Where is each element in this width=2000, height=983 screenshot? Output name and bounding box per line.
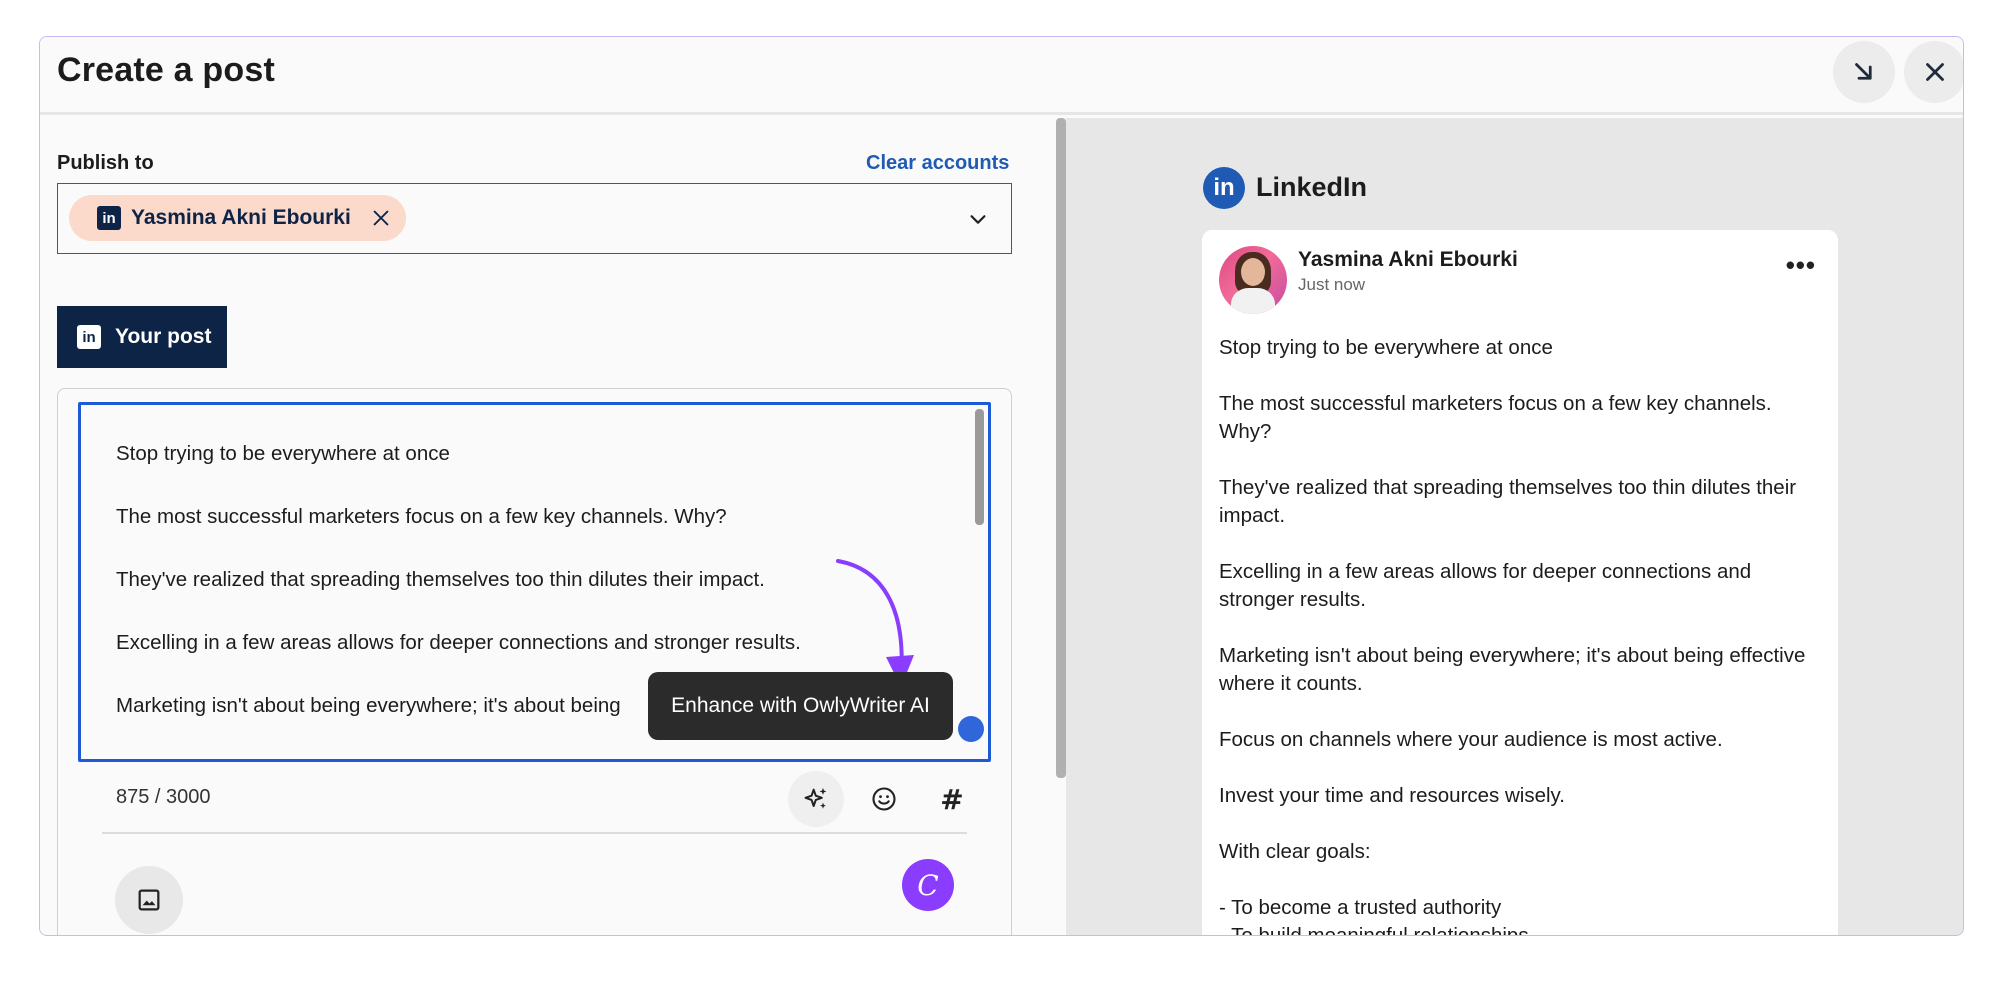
hashtag-button[interactable]: # [924,771,980,827]
account-chip: in Yasmina Akni Ebourki [69,195,406,241]
emoji-icon [872,787,896,811]
hashtag-icon: # [940,782,964,816]
publish-to-label: Publish to [57,152,154,174]
remove-account-icon[interactable] [370,207,392,229]
tab-your-post-label: Your post [115,325,212,348]
editor-divider [102,832,967,834]
preview-paragraph: With clear goals: [1219,840,1371,863]
more-options-icon[interactable]: ••• [1786,250,1816,281]
editor-line: Marketing isn't about being everywhere; … [116,694,621,717]
arrow-down-right-icon [1855,63,1872,80]
avatar [1219,246,1287,314]
preview-network-label: LinkedIn [1256,172,1368,202]
chevron-down-icon[interactable] [967,208,989,230]
preview-paragraph: Excelling in a few areas allows for deep… [1219,560,1752,611]
preview-timestamp: Just now [1298,275,1366,294]
preview-paragraph: Marketing isn't about being everywhere; … [1219,644,1806,695]
preview-list-item: - To become a trusted authority [1219,896,1502,919]
clear-accounts-link[interactable]: Clear accounts [866,152,1009,175]
preview-paragraph: Stop trying to be everywhere at once [1219,336,1553,359]
preview-post-body: Stop trying to be everywhere at once The… [1219,334,1819,936]
create-post-modal: Create a post Publish to Clear accounts … [39,36,1964,936]
editor-line: Excelling in a few areas allows for deep… [116,631,801,654]
editor-scrollbar[interactable] [975,409,984,525]
pane-scrollbar[interactable] [1056,118,1066,778]
post-editor-container: Stop trying to be everywhere at once The… [57,388,1012,935]
editor-line: They've realized that spreading themselv… [116,568,765,591]
ai-sparkle-icon [804,787,827,809]
character-counter: 875 / 3000 [116,786,211,808]
preview-paragraph: The most successful marketers focus on a… [1219,392,1772,443]
modal-title: Create a post [57,51,276,89]
canva-button[interactable]: C [902,859,954,911]
preview-author-name: Yasmina Akni Ebourki [1298,248,1518,271]
close-icon [1926,63,1944,81]
preview-list-item: - To build meaningful relationships [1219,924,1529,936]
tab-your-post[interactable]: in Your post [57,306,227,368]
account-selector[interactable]: in Yasmina Akni Ebourki [57,183,1012,254]
preview-paragraph: Focus on channels where your audience is… [1219,728,1723,751]
linkedin-icon: in [97,206,121,230]
editor-line: The most successful marketers focus on a… [116,505,727,528]
owlywriter-tooltip: Enhance with OwlyWriter AI [648,672,953,740]
editor-line: Stop trying to be everywhere at once [116,442,450,465]
modal-header: Create a post [40,37,1963,115]
linkedin-icon: in [77,325,101,349]
compose-pane: Publish to Clear accounts in Yasmina Akn… [40,118,1058,935]
preview-pane: in LinkedIn Yasmina Akni Ebourki Just no… [1066,118,1963,936]
emoji-button[interactable] [856,771,912,827]
preview-paragraph: They've realized that spreading themselv… [1219,476,1797,527]
add-media-button[interactable] [115,866,183,934]
linkedin-icon: in [1203,167,1245,209]
grammar-indicator[interactable] [958,716,984,742]
canva-icon: C [917,868,939,902]
preview-paragraph: Invest your time and resources wisely. [1219,784,1565,807]
image-icon [138,889,160,911]
close-button[interactable] [1904,41,1963,103]
account-chip-name: Yasmina Akni Ebourki [131,206,351,229]
linkedin-post-preview: Yasmina Akni Ebourki Just now ••• Stop t… [1202,230,1838,936]
minimize-button[interactable] [1833,41,1895,103]
ai-enhance-button[interactable] [788,771,844,827]
